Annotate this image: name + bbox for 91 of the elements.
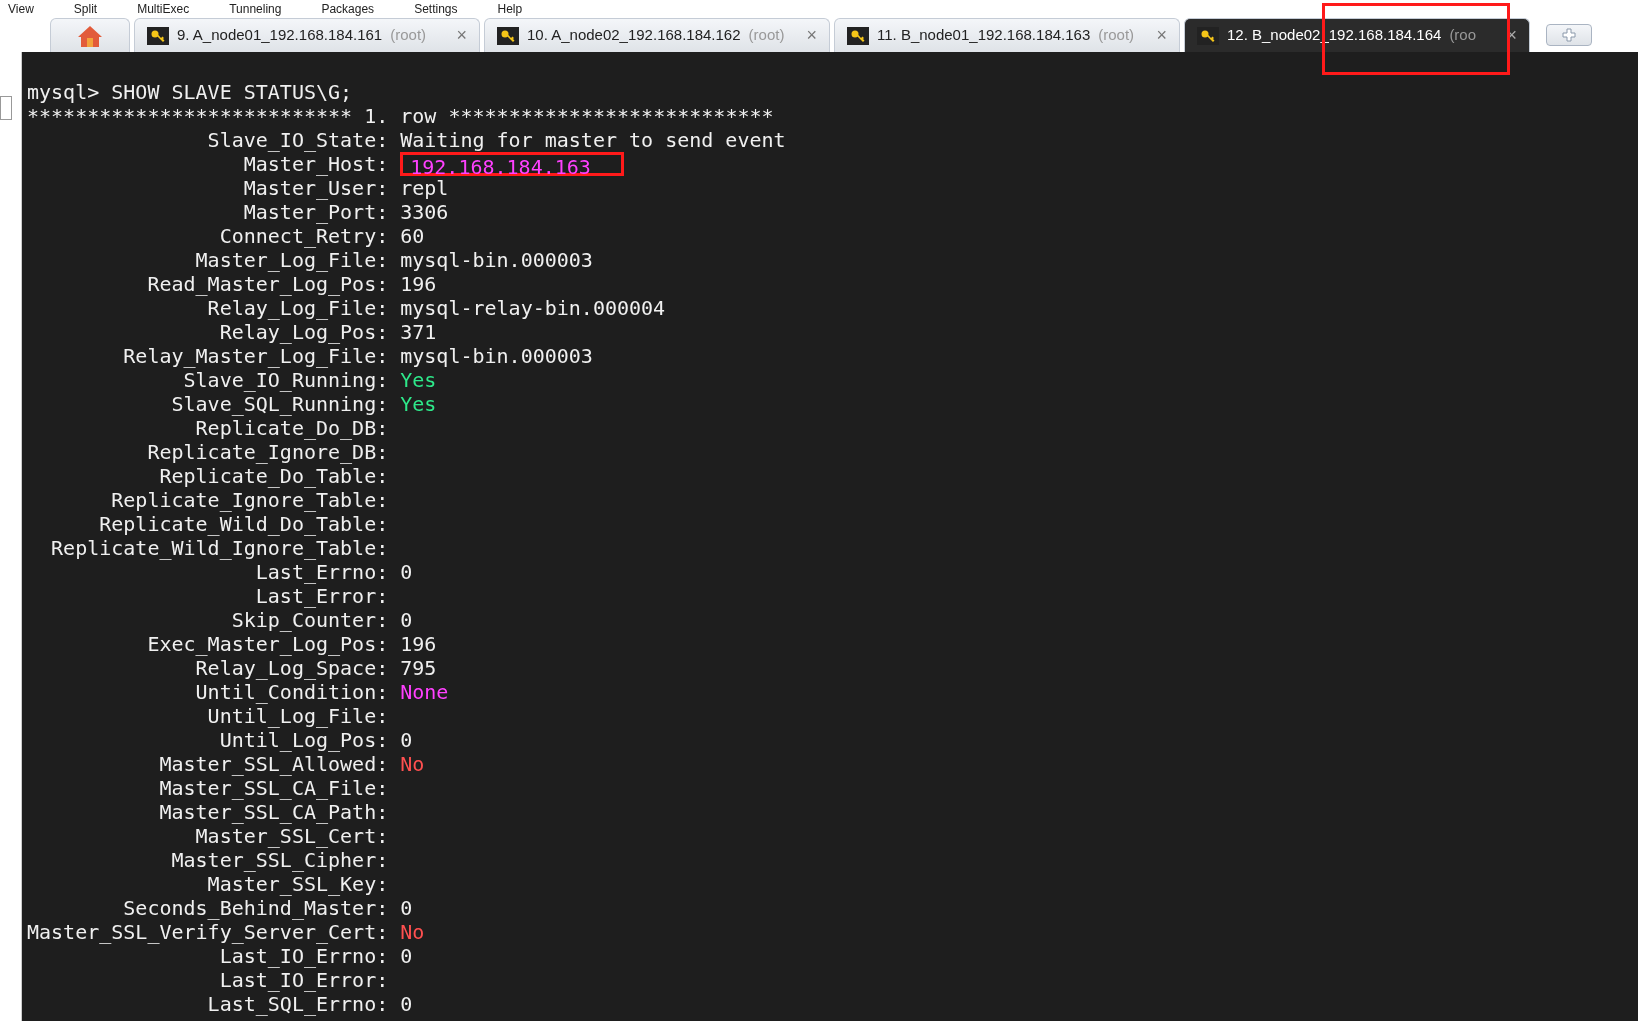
field-value: 795 xyxy=(400,656,437,680)
field-value: 60 xyxy=(400,224,425,248)
field-name: Master_SSL_Verify_Server_Cert: xyxy=(27,920,389,944)
field-value: 0 xyxy=(400,944,413,968)
menu-item[interactable]: Help xyxy=(497,0,523,18)
field-value: 0 xyxy=(400,608,413,632)
field-value: mysql-bin.000003 xyxy=(400,248,593,272)
field-value: 192.168.184.163 xyxy=(410,158,591,176)
field-name: Replicate_Wild_Ignore_Table: xyxy=(50,536,389,560)
field-name: Relay_Log_Space: xyxy=(194,656,389,680)
side-toggle[interactable] xyxy=(0,96,12,120)
home-icon xyxy=(77,23,103,48)
field-name: Connect_Retry: xyxy=(218,224,389,248)
new-tab-button[interactable] xyxy=(1546,24,1592,46)
menu-item[interactable]: Split xyxy=(73,0,98,18)
field-value: None xyxy=(400,680,449,704)
field-name: Master_Port: xyxy=(242,200,389,224)
tab-user: (root) xyxy=(390,25,427,46)
field-name: Master_SSL_Cert: xyxy=(194,824,389,848)
tab-close[interactable]: × xyxy=(1156,22,1167,49)
menu-item[interactable]: Packages xyxy=(321,0,375,18)
field-name: Slave_IO_State: xyxy=(206,128,389,152)
row-header: *************************** 1. row *************************** xyxy=(27,104,775,128)
field-name: Relay_Log_File: xyxy=(206,296,389,320)
field-value: Yes xyxy=(400,368,437,392)
field-value: Waiting for master to send event xyxy=(400,128,786,152)
tab-user: (roo xyxy=(1449,25,1477,46)
field-name: Relay_Master_Log_File: xyxy=(122,344,389,368)
field-name: Until_Log_Pos: xyxy=(218,728,389,752)
field-name: Replicate_Wild_Do_Table: xyxy=(98,512,389,536)
field-name: Master_Host: xyxy=(242,152,389,176)
field-value: 371 xyxy=(400,320,437,344)
home-tab[interactable] xyxy=(50,18,130,52)
tab-title: 9. A_node01_192.168.184.161 xyxy=(177,25,383,46)
field-name: Slave_SQL_Running: xyxy=(170,392,389,416)
field-name: Exec_Master_Log_Pos: xyxy=(146,632,389,656)
field-value: 196 xyxy=(400,632,437,656)
field-value: 0 xyxy=(400,560,413,584)
field-value: mysql-bin.000003 xyxy=(400,344,593,368)
menu-item[interactable]: Settings xyxy=(414,0,458,18)
field-name: Seconds_Behind_Master: xyxy=(122,896,389,920)
field-value: 3306 xyxy=(400,200,449,224)
field-value: No xyxy=(400,920,425,944)
key-icon xyxy=(497,26,519,45)
key-icon xyxy=(1197,26,1219,45)
field-value: 0 xyxy=(400,992,413,1016)
key-icon xyxy=(847,26,869,45)
tab-close[interactable]: × xyxy=(456,22,467,49)
field-name: Replicate_Ignore_Table: xyxy=(110,488,389,512)
field-value: repl xyxy=(400,176,449,200)
tab-title: 11. B_node01_192.168.184.163 xyxy=(877,25,1091,46)
menu-item[interactable]: Tunneling xyxy=(229,0,282,18)
tab-user: (root) xyxy=(748,25,785,46)
menu-item[interactable]: View xyxy=(8,0,34,18)
field-name: Master_SSL_CA_Path: xyxy=(158,800,389,824)
field-name: Relay_Log_Pos: xyxy=(218,320,389,344)
field-value: No xyxy=(400,752,425,776)
tab-title: 10. A_node02_192.168.184.162 xyxy=(527,25,741,46)
session-tab[interactable]: 10. A_node02_192.168.184.162 (root) × xyxy=(484,18,830,52)
field-name: Last_Errno: xyxy=(254,560,389,584)
tab-close[interactable]: × xyxy=(806,22,817,49)
field-name: Slave_IO_Running: xyxy=(182,368,389,392)
field-value: Yes xyxy=(400,392,437,416)
field-name: Read_Master_Log_Pos: xyxy=(146,272,389,296)
field-name: Skip_Counter: xyxy=(230,608,389,632)
field-name: Until_Condition: xyxy=(194,680,389,704)
field-value: mysql-relay-bin.000004 xyxy=(400,296,666,320)
command-line: mysql> SHOW SLAVE STATUS\G; xyxy=(27,80,354,104)
field-name: Master_SSL_CA_File: xyxy=(158,776,389,800)
session-tab[interactable]: 9. A_node01_192.168.184.161 (root) × xyxy=(134,18,480,52)
field-name: Replicate_Do_DB: xyxy=(194,416,389,440)
session-tab[interactable]: 11. B_node01_192.168.184.163 (root) × xyxy=(834,18,1180,52)
plus-icon xyxy=(1562,28,1576,42)
field-name: Replicate_Ignore_DB: xyxy=(146,440,389,464)
field-name: Last_IO_Errno: xyxy=(218,944,389,968)
field-name: Master_SSL_Cipher: xyxy=(170,848,389,872)
key-icon xyxy=(147,26,169,45)
field-value: 196 xyxy=(400,272,437,296)
field-name: Until_Log_File: xyxy=(206,704,389,728)
field-name: Master_SSL_Allowed: xyxy=(158,752,389,776)
field-name: Last_SQL_Errno: xyxy=(206,992,389,1016)
field-name: Last_IO_Error: xyxy=(218,968,389,992)
field-name: Replicate_Do_Table: xyxy=(158,464,389,488)
menu-item[interactable]: MultiExec xyxy=(137,0,190,18)
field-name: Master_Log_File: xyxy=(194,248,389,272)
field-name: Master_SSL_Key: xyxy=(206,872,389,896)
tab-user: (root) xyxy=(1098,25,1135,46)
field-value: 0 xyxy=(400,728,413,752)
field-name: Master_User: xyxy=(242,176,389,200)
field-value: 0 xyxy=(400,896,413,920)
field-name: Last_Error: xyxy=(254,584,389,608)
